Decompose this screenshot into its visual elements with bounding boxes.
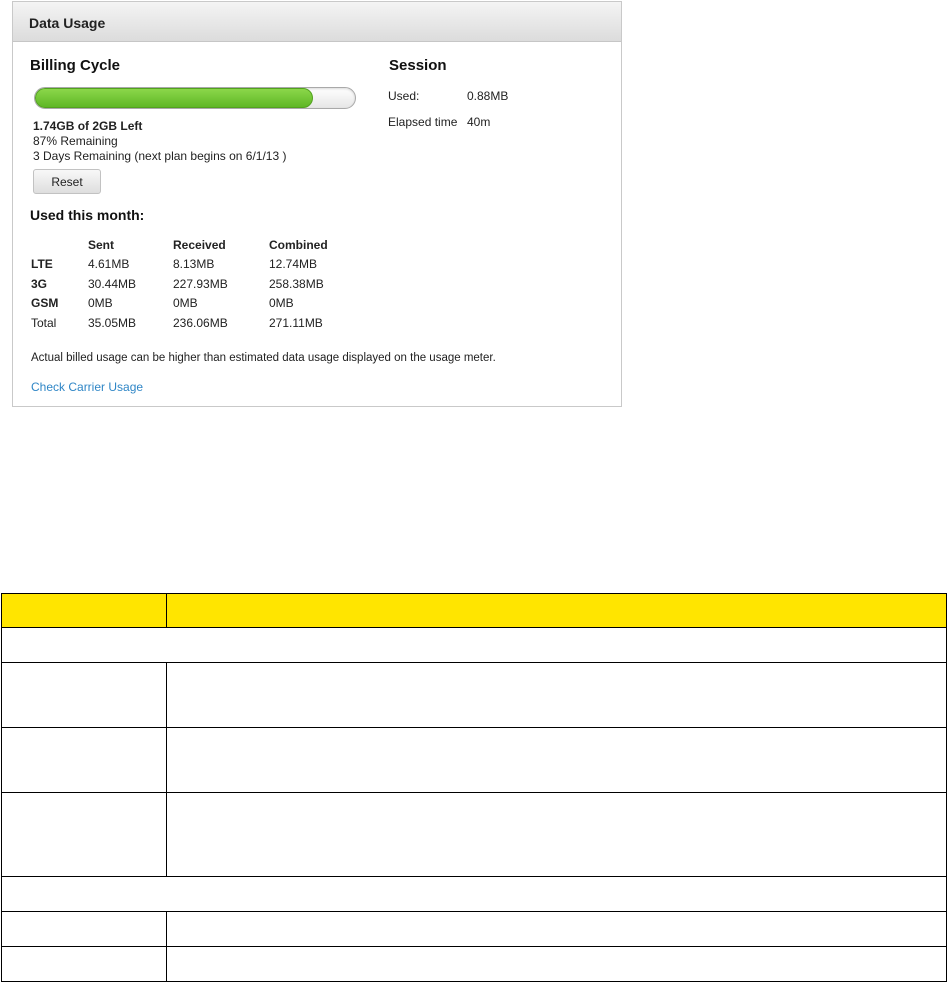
- session-heading: Session: [389, 57, 447, 74]
- key-cell: [1, 946, 167, 982]
- session-elapsed-label: Elapsed time: [388, 115, 458, 129]
- value-cell: [166, 792, 947, 877]
- used-month-heading: Used this month:: [30, 207, 145, 223]
- usage-cell: 0MB: [88, 296, 113, 311]
- table-row: Total 35.05MB 236.06MB 271.11MB: [31, 313, 359, 333]
- table-row: [1, 876, 947, 912]
- header-cell: [1, 593, 167, 628]
- usage-cell: 8.13MB: [173, 257, 215, 272]
- usage-cell: 271.11MB: [269, 315, 323, 330]
- table-row: GSM 0MB 0MB 0MB: [31, 294, 359, 314]
- usage-cell: 0MB: [269, 296, 294, 311]
- table-row: [1, 911, 947, 947]
- table-row: LTE 4.61MB 8.13MB 12.74MB: [31, 255, 359, 275]
- usage-col-header: Received: [173, 237, 226, 252]
- data-left-amount: 1.74: [33, 119, 57, 133]
- usage-table-header: Sent Received Combined: [31, 235, 359, 255]
- usage-cell: 35.05MB: [88, 315, 137, 330]
- usage-cell: 258.38MB: [269, 276, 324, 291]
- value-cell: [166, 911, 947, 947]
- key-cell: [1, 662, 167, 728]
- value-cell: [166, 662, 947, 728]
- usage-table: Sent Received Combined LTE 4.61MB 8.13MB…: [31, 235, 359, 333]
- usage-col-header: Sent: [88, 237, 115, 252]
- key-cell: [1, 911, 167, 947]
- usage-cell: 4.61MB: [88, 257, 130, 272]
- data-usage-panel: Data Usage Billing Cycle 1.74GB of 2GB L…: [12, 1, 622, 407]
- usage-cell: 30.44MB: [88, 276, 137, 291]
- value-cell: [166, 946, 947, 982]
- reference-table-header: [1, 593, 947, 628]
- usage-cell: 0MB: [173, 296, 198, 311]
- session-used-label: Used:: [388, 89, 420, 103]
- reset-button[interactable]: Reset: [33, 169, 101, 194]
- table-row: [1, 662, 947, 728]
- panel-title: Data Usage: [13, 2, 621, 42]
- billing-progress-bar: [34, 87, 356, 109]
- table-row: [1, 627, 947, 663]
- section-cell: [1, 627, 947, 663]
- reference-table: [1, 593, 947, 982]
- usage-col-header: [31, 235, 88, 255]
- usage-row-label: Total: [31, 315, 57, 330]
- data-left-rest: GB of 2GB Left: [56, 119, 143, 133]
- value-cell: [166, 727, 947, 793]
- billing-progress-fill: [35, 88, 314, 108]
- usage-cell: 236.06MB: [173, 315, 228, 330]
- data-left-line: 1.74GB of 2GB Left: [33, 119, 142, 133]
- section-cell: [1, 876, 947, 912]
- table-row: [1, 792, 947, 877]
- billing-cycle-heading: Billing Cycle: [30, 57, 121, 74]
- header-cell: [166, 593, 947, 628]
- usage-cell: 227.93MB: [173, 276, 228, 291]
- check-carrier-usage-link[interactable]: Check Carrier Usage: [31, 380, 143, 394]
- usage-row-label: GSM: [31, 296, 59, 311]
- usage-cell: 12.74MB: [269, 257, 318, 272]
- days-remaining: 3 Days Remaining (next plan begins on 6/…: [33, 149, 287, 163]
- billing-disclaimer: Actual billed usage can be higher than e…: [31, 352, 496, 364]
- table-row: 3G 30.44MB 227.93MB 258.38MB: [31, 274, 359, 294]
- table-row: [1, 946, 947, 982]
- table-row: [1, 727, 947, 793]
- key-cell: [1, 727, 167, 793]
- session-used-value: 0.88MB: [467, 89, 509, 103]
- usage-col-header: Combined: [269, 237, 328, 252]
- percent-remaining: 87% Remaining: [33, 134, 118, 148]
- usage-row-label: LTE: [31, 257, 53, 272]
- session-elapsed-value: 40m: [467, 115, 491, 129]
- key-cell: [1, 792, 167, 877]
- usage-row-label: 3G: [31, 276, 48, 291]
